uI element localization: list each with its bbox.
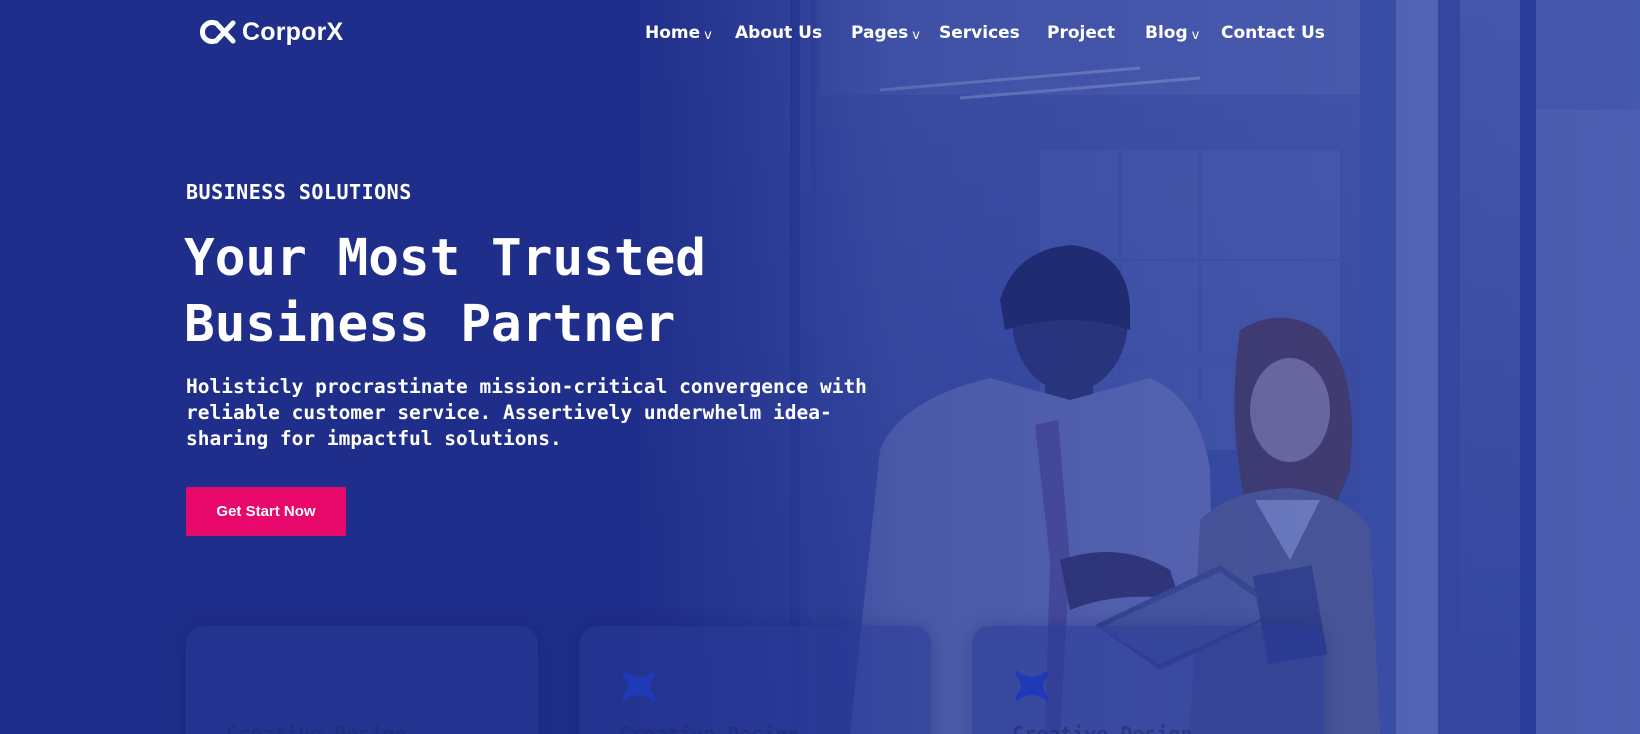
hero-headline-line-1: Your Most Trusted — [184, 229, 706, 288]
chevron-down-icon: v — [704, 28, 712, 43]
x-shape-icon — [1016, 670, 1048, 702]
chevron-down-icon: v — [1191, 28, 1200, 43]
feature-card-title: Creative Design — [226, 722, 407, 734]
nav-item-label: Home — [645, 23, 701, 43]
hero-page: CorporX Home v About Us Pages v Services P… — [0, 0, 1640, 734]
nav-item-label: Blog — [1145, 23, 1188, 43]
nav-item-label: Services — [939, 23, 1020, 43]
feature-card-title: Creative Design — [1012, 722, 1193, 734]
hero-background-photo — [0, 0, 1640, 734]
nav-item-blog[interactable]: Blog v — [1145, 18, 1199, 50]
feature-card[interactable]: Creative Design — [186, 626, 538, 734]
nav-item-label: Project — [1047, 23, 1116, 43]
nav-item-project[interactable]: Project — [1047, 18, 1115, 48]
feature-card[interactable]: Creative Design — [579, 626, 931, 734]
chevron-down-icon: v — [912, 28, 920, 43]
feature-card-title: Creative Design — [619, 722, 800, 734]
nav-item-home[interactable]: Home v — [645, 18, 712, 50]
nav-item-label: Pages — [851, 23, 909, 43]
feature-card[interactable]: Creative Design — [972, 626, 1324, 734]
x-shape-icon — [623, 670, 655, 702]
nav-item-pages[interactable]: Pages v — [851, 18, 920, 50]
nav-item-label: About Us — [735, 23, 823, 43]
nav-item-about-us[interactable]: About Us — [735, 18, 822, 48]
hero-headline-line-2: Business Partner — [184, 295, 676, 354]
nav-item-contact-us[interactable]: Contact Us — [1221, 18, 1325, 48]
hero-headline: Your Most Trusted Business Partner — [184, 226, 884, 358]
main-navigation: Home v About Us Pages v Services Project B… — [0, 18, 1640, 48]
hero-eyebrow: BUSINESS SOLUTIONS — [186, 180, 412, 204]
nav-item-label: Contact Us — [1221, 23, 1325, 43]
nav-item-services[interactable]: Services — [939, 18, 1020, 48]
get-start-now-button[interactable]: Get Start Now — [186, 487, 346, 536]
hero-subtext: Holisticly procrastinate mission-critica… — [186, 375, 867, 450]
